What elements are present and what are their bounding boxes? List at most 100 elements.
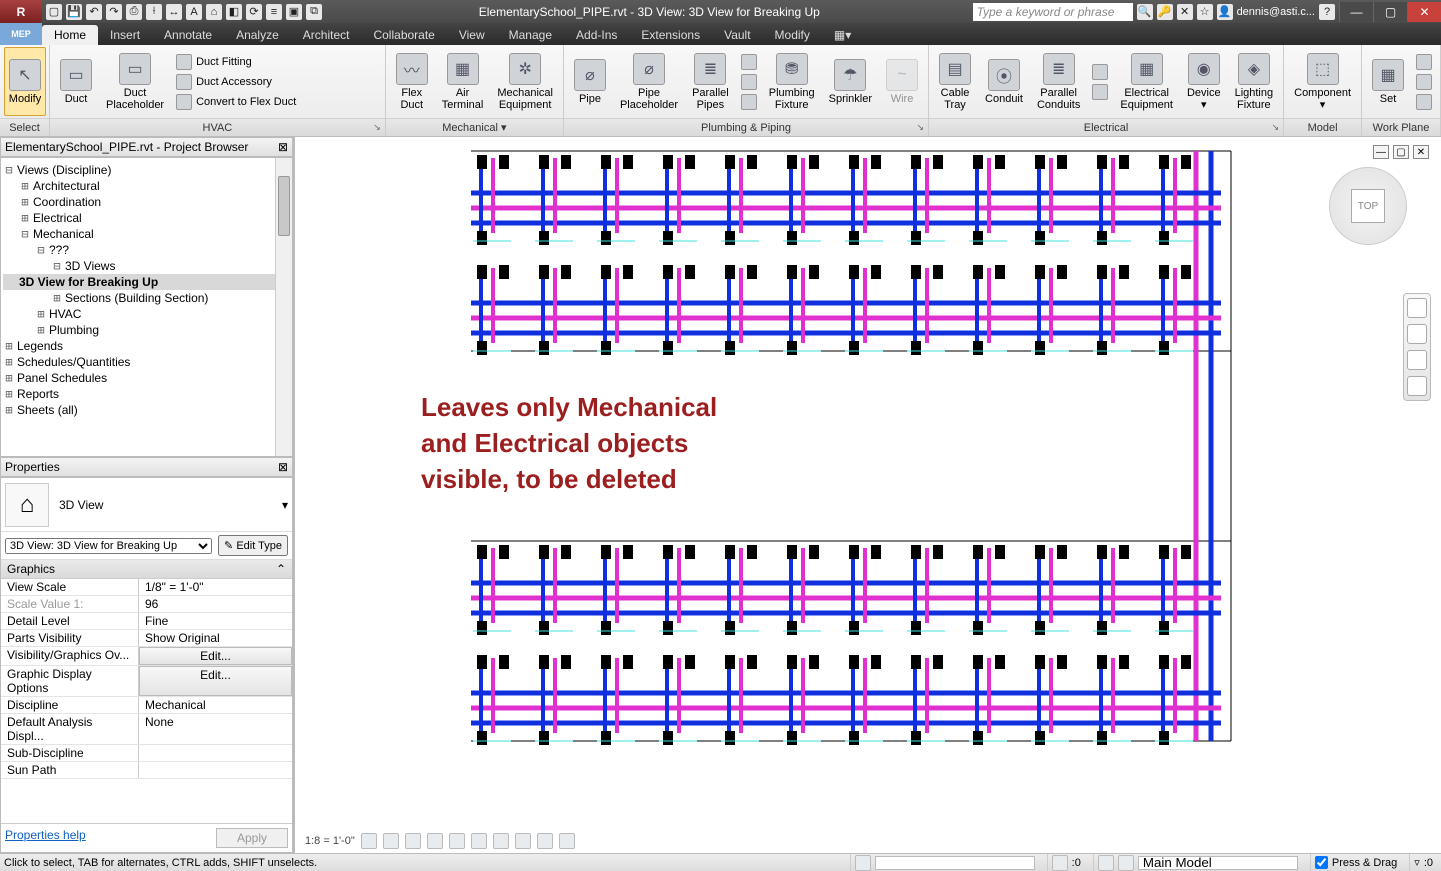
tree-item[interactable]: ⊞Architectural xyxy=(3,178,290,194)
property-row[interactable]: Detail LevelFine xyxy=(1,613,292,630)
workset-input[interactable] xyxy=(875,856,1035,870)
apply-button[interactable]: Apply xyxy=(216,828,288,848)
conduit-button[interactable]: ⦿Conduit xyxy=(979,47,1029,116)
property-row[interactable]: DisciplineMechanical xyxy=(1,697,292,714)
tab-vault[interactable]: Vault xyxy=(712,25,762,45)
main-model-input[interactable] xyxy=(1138,856,1298,870)
view-cube[interactable]: TOP xyxy=(1329,167,1407,245)
orbit-icon[interactable] xyxy=(1407,376,1427,396)
tab-architect[interactable]: Architect xyxy=(291,25,362,45)
tree-item[interactable]: ⊞Electrical xyxy=(3,210,290,226)
tree-item[interactable]: ⊞Schedules/Quantities xyxy=(3,354,290,370)
duct-placeholder-button[interactable]: ▭DuctPlaceholder xyxy=(100,47,170,116)
property-row[interactable]: Parts VisibilityShow Original xyxy=(1,630,292,647)
tab-extra-icon[interactable]: ▦▾ xyxy=(822,25,863,45)
property-row[interactable]: Graphic Display OptionsEdit... xyxy=(1,666,292,697)
press-drag-checkbox[interactable] xyxy=(1315,856,1328,869)
sprinkler-button[interactable]: ☂Sprinkler xyxy=(823,47,878,116)
property-row[interactable]: Default Analysis Displ...None xyxy=(1,714,292,745)
tab-collaborate[interactable]: Collaborate xyxy=(361,25,446,45)
tree-item[interactable]: ⊞Plumbing xyxy=(3,322,290,338)
property-row[interactable]: Scale Value 1:96 xyxy=(1,596,292,613)
panel-title-mechanical[interactable]: Mechanical ▾ xyxy=(386,118,563,136)
tab-extensions[interactable]: Extensions xyxy=(629,25,712,45)
tree-item[interactable]: ⊞Sheets (all) xyxy=(3,402,290,418)
text-icon[interactable]: A xyxy=(186,4,202,20)
cable-fitting-button[interactable] xyxy=(1088,62,1112,82)
exchange-icon[interactable]: ✕ xyxy=(1177,4,1193,20)
duct-accessory-button[interactable]: Duct Accessory xyxy=(172,72,300,92)
thin-lines-icon[interactable]: ≡ xyxy=(266,4,282,20)
tab-manage[interactable]: Manage xyxy=(497,25,564,45)
binoculars-icon[interactable]: 🔍 xyxy=(1137,4,1153,20)
property-row[interactable]: Sun Path xyxy=(1,762,292,779)
app-menu-button[interactable]: R xyxy=(0,0,42,23)
view-close-icon[interactable]: ✕ xyxy=(1413,145,1429,159)
pan-icon[interactable] xyxy=(1407,324,1427,344)
modify-button[interactable]: ↖Modify xyxy=(4,47,46,116)
help-icon[interactable]: ? xyxy=(1319,4,1335,20)
pipe-placeholder-button[interactable]: ⌀PipePlaceholder xyxy=(614,47,684,116)
type-name-dropdown[interactable]: 3D View ▾ xyxy=(49,498,288,512)
maximize-button[interactable]: ▢ xyxy=(1373,2,1407,22)
help-search-input[interactable]: Type a keyword or phrase xyxy=(973,3,1133,21)
pipe-accessory-button[interactable] xyxy=(737,72,761,92)
duct-button[interactable]: ▭Duct xyxy=(54,47,98,116)
parallel-pipes-button[interactable]: ≣ParallelPipes xyxy=(686,47,735,116)
key-icon[interactable]: 🔑 xyxy=(1157,4,1173,20)
sun-path-icon[interactable] xyxy=(405,833,421,849)
measure-icon[interactable]: ⟊ xyxy=(146,4,162,20)
tab-modify[interactable]: Modify xyxy=(763,25,822,45)
electrical-equipment-button[interactable]: ▦ElectricalEquipment xyxy=(1114,47,1179,116)
air-terminal-button[interactable]: ▦AirTerminal xyxy=(436,47,490,116)
group-graphics[interactable]: Graphics⌃ xyxy=(1,560,292,579)
user-icon[interactable]: 👤 xyxy=(1217,4,1233,20)
open-icon[interactable]: ▢ xyxy=(46,4,62,20)
cable-tray-button[interactable]: ▤CableTray xyxy=(933,47,977,116)
edit-type-button[interactable]: ✎ Edit Type xyxy=(218,535,288,556)
flex-duct-button[interactable]: 〰FlexDuct xyxy=(390,47,434,116)
properties-help-link[interactable]: Properties help xyxy=(5,828,86,848)
device-button[interactable]: ◉Device▾ xyxy=(1181,47,1227,116)
component-button[interactable]: ⬚Component▾ xyxy=(1288,47,1357,116)
scale-label[interactable]: 1:8 = 1'-0" xyxy=(305,835,355,847)
close-panel-icon[interactable]: ⊠ xyxy=(278,140,288,154)
tree-item[interactable]: ⊞Reports xyxy=(3,386,290,402)
detail-level-icon[interactable] xyxy=(361,833,377,849)
pipe-button[interactable]: ⌀Pipe xyxy=(568,47,612,116)
design-options-icon[interactable] xyxy=(1052,855,1068,871)
tree-item[interactable]: ⊞HVAC xyxy=(3,306,290,322)
show-workplane-button[interactable] xyxy=(1412,52,1436,72)
lock-3d-icon[interactable] xyxy=(515,833,531,849)
plumbing-fixture-button[interactable]: ⛃PlumbingFixture xyxy=(763,47,821,116)
steering-wheel-icon[interactable] xyxy=(1407,298,1427,318)
temp-hide-icon[interactable] xyxy=(537,833,553,849)
redo-icon[interactable]: ↷ xyxy=(106,4,122,20)
mech-equipment-button[interactable]: ✲MechanicalEquipment xyxy=(491,47,559,116)
tab-view[interactable]: View xyxy=(447,25,497,45)
tree-item[interactable]: ⊟Views (Discipline) xyxy=(3,162,290,178)
tree-item[interactable]: ⊟3D Views xyxy=(3,258,290,274)
set-workplane-button[interactable]: ▦Set xyxy=(1366,47,1410,116)
exclude-icon[interactable] xyxy=(1118,855,1134,871)
viewcube-top-face[interactable]: TOP xyxy=(1351,189,1385,223)
crop-region-icon[interactable] xyxy=(493,833,509,849)
3d-icon[interactable]: ⌂ xyxy=(206,4,222,20)
conduit-fitting-button[interactable] xyxy=(1088,82,1112,102)
print-icon[interactable]: ⎙ xyxy=(126,4,142,20)
tree-item[interactable]: 3D View for Breaking Up xyxy=(3,274,290,290)
close-properties-icon[interactable]: ⊠ xyxy=(278,460,288,474)
save-icon[interactable]: 💾 xyxy=(66,4,82,20)
instance-selector[interactable]: 3D View: 3D View for Breaking Up xyxy=(5,538,212,554)
ref-plane-button[interactable] xyxy=(1412,72,1436,92)
drawing-canvas[interactable]: — ▢ ✕ TOP Leaves only Mechanical and Ele… xyxy=(301,143,1435,851)
crop-icon[interactable] xyxy=(471,833,487,849)
tree-item[interactable]: ⊞Legends xyxy=(3,338,290,354)
undo-icon[interactable]: ↶ xyxy=(86,4,102,20)
tab-insert[interactable]: Insert xyxy=(98,25,152,45)
property-row[interactable]: View Scale1/8" = 1'-0" xyxy=(1,579,292,596)
sync-icon[interactable]: ⟳ xyxy=(246,4,262,20)
visual-style-icon[interactable] xyxy=(383,833,399,849)
tab-addins[interactable]: Add-Ins xyxy=(564,25,629,45)
close-hidden-icon[interactable]: ▣ xyxy=(286,4,302,20)
